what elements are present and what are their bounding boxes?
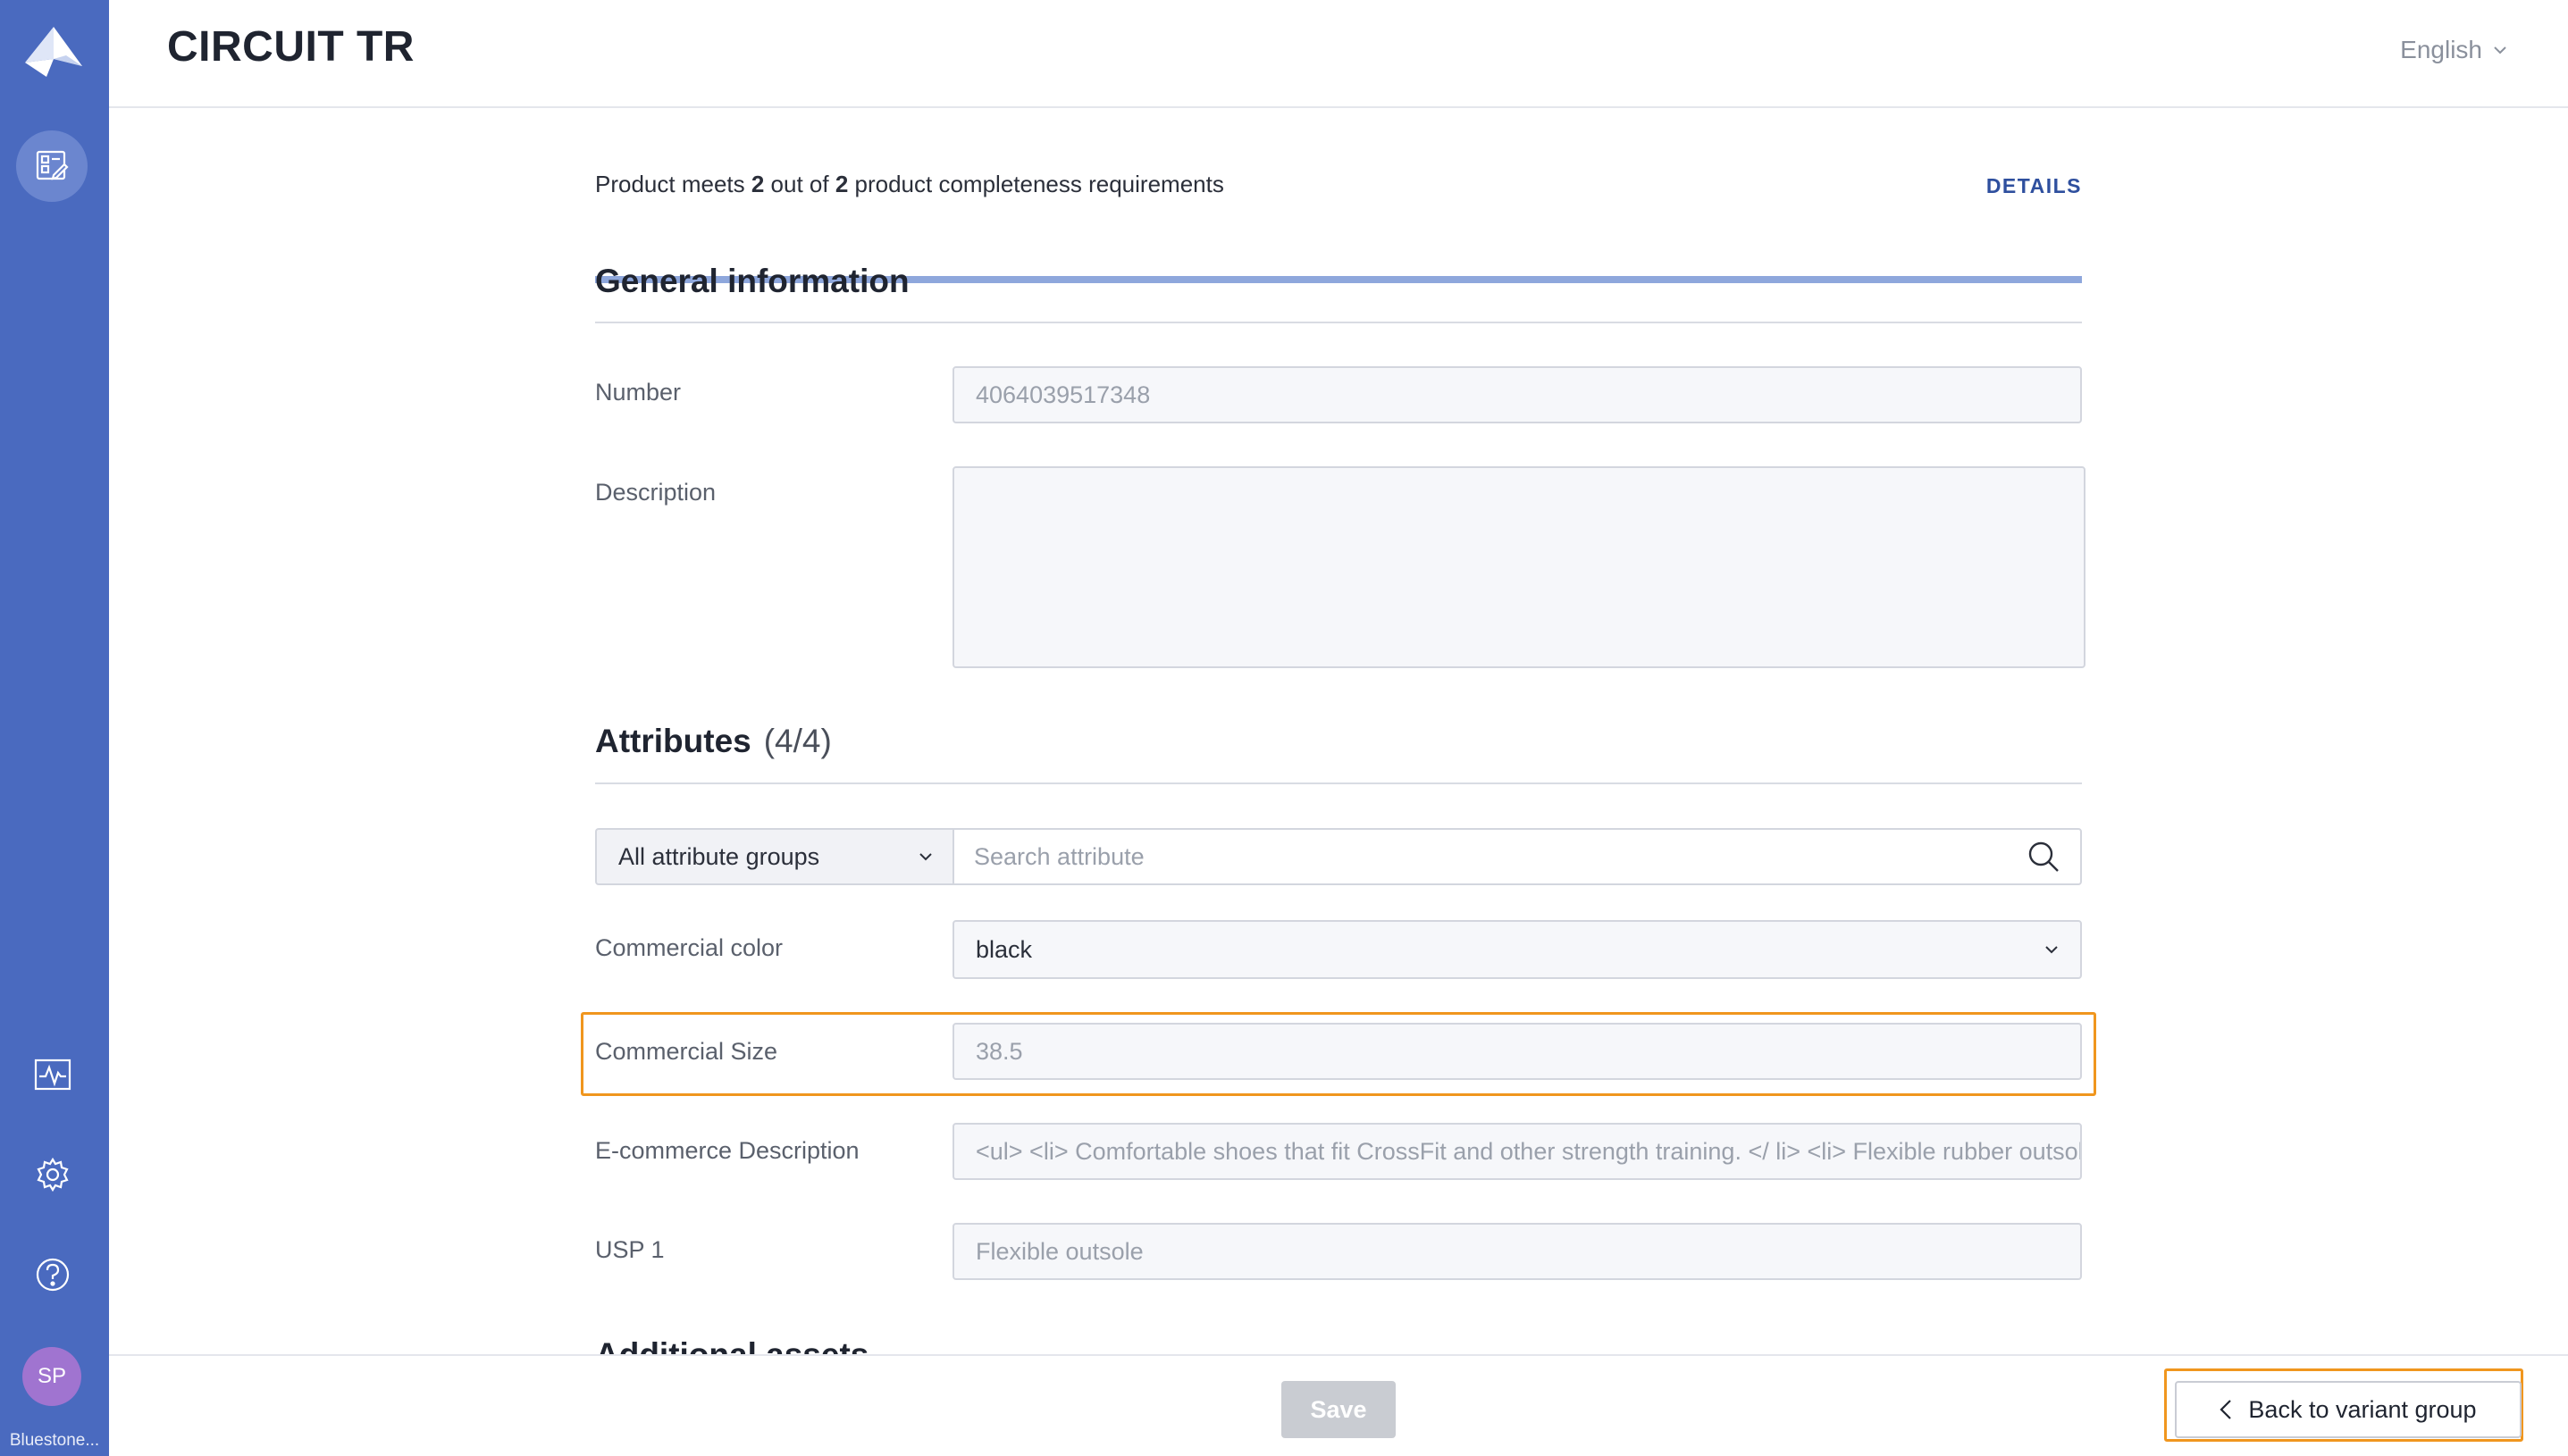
page-title: CIRCUIT TR bbox=[167, 23, 415, 71]
sidebar: SP Bluestone... bbox=[0, 0, 109, 1456]
total-count: 2 bbox=[835, 171, 849, 197]
attribute-search-input[interactable]: Search attribute bbox=[953, 828, 2082, 885]
description-label: Description bbox=[595, 479, 717, 506]
usp-1-field[interactable]: Flexible outsole bbox=[953, 1223, 2082, 1280]
chevron-down-icon bbox=[919, 853, 932, 861]
chevron-left-icon bbox=[2220, 1400, 2232, 1419]
commercial-color-label: Commercial color bbox=[595, 934, 784, 961]
chevron-down-icon bbox=[2045, 946, 2058, 954]
completeness-summary: Product meets 2 out of 2 product complet… bbox=[595, 171, 2082, 283]
gear-icon[interactable] bbox=[27, 1149, 79, 1201]
number-label: Number bbox=[595, 379, 682, 406]
chevron-down-icon bbox=[2494, 46, 2506, 54]
number-field[interactable]: 4064039517348 bbox=[953, 366, 2082, 423]
save-button[interactable]: Save bbox=[1281, 1381, 1396, 1438]
org-name: Bluestone... bbox=[9, 1431, 100, 1450]
help-icon[interactable] bbox=[27, 1249, 79, 1301]
language-selector[interactable]: English bbox=[2400, 36, 2507, 64]
language-label: English bbox=[2400, 36, 2482, 63]
section-divider bbox=[595, 782, 2082, 784]
details-link[interactable]: DETAILS bbox=[1986, 174, 2082, 198]
back-button-label: Back to variant group bbox=[2248, 1395, 2477, 1423]
attribute-group-value: All attribute groups bbox=[618, 842, 820, 870]
attribute-group-select[interactable]: All attribute groups bbox=[595, 828, 954, 885]
completeness-text: Product meets 2 out of 2 product complet… bbox=[595, 171, 1224, 197]
met-count: 2 bbox=[751, 171, 765, 197]
attributes-heading: Attributes (4/4) bbox=[595, 723, 832, 759]
commercial-color-select[interactable]: black bbox=[953, 920, 2082, 979]
ecommerce-description-field[interactable]: <ul> <li> Comfortable shoes that fit Cro… bbox=[953, 1123, 2082, 1180]
commercial-size-label: Commercial Size bbox=[595, 1038, 778, 1065]
back-to-variant-group-button[interactable]: Back to variant group bbox=[2175, 1381, 2522, 1438]
activity-icon[interactable] bbox=[27, 1049, 79, 1100]
ecommerce-description-label: E-commerce Description bbox=[595, 1137, 860, 1164]
avatar[interactable]: SP bbox=[22, 1347, 81, 1406]
section-divider bbox=[595, 322, 2082, 323]
general-information-heading: General information bbox=[595, 263, 910, 299]
logo-icon[interactable] bbox=[20, 23, 88, 82]
usp-1-label: USP 1 bbox=[595, 1236, 665, 1263]
header: CIRCUIT TR English bbox=[109, 0, 2568, 108]
commercial-color-value: black bbox=[976, 935, 1033, 963]
description-textarea[interactable] bbox=[953, 466, 2085, 668]
search-placeholder: Search attribute bbox=[974, 842, 1145, 870]
product-edit-icon[interactable] bbox=[16, 130, 88, 202]
commercial-size-field[interactable]: 38.5 bbox=[953, 1023, 2082, 1080]
footer-bar: Save Back to variant group bbox=[109, 1354, 2568, 1456]
attributes-count: (4/4) bbox=[763, 723, 832, 759]
search-icon[interactable] bbox=[2027, 840, 2060, 874]
